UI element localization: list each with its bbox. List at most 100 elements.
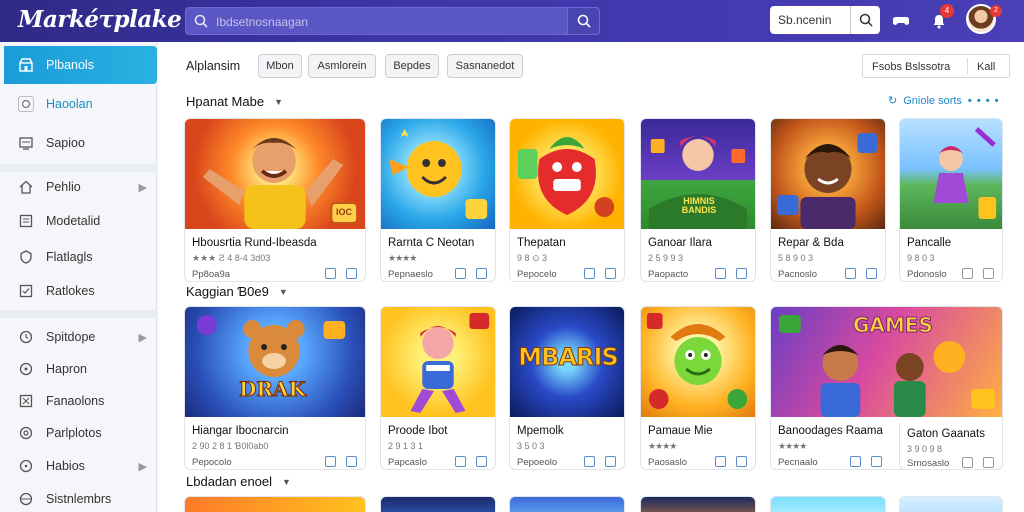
game-thumbnail: MBARIS — [510, 307, 624, 417]
game-publisher: Pepocolo — [192, 457, 232, 468]
share-icon[interactable] — [605, 268, 616, 279]
bookmark-icon[interactable] — [455, 456, 466, 467]
game-rating: ★★★★ — [648, 441, 677, 451]
share-icon[interactable] — [736, 456, 747, 467]
share-icon[interactable] — [871, 456, 882, 467]
bookmark-icon[interactable] — [715, 268, 726, 279]
game-publisher: Pepnaeslo — [388, 269, 433, 280]
game-thumbnail: GAMES — [771, 307, 1002, 417]
section-header[interactable]: Kaggian Ɓ0e9 ▼ — [186, 284, 288, 299]
sidebar-item-ratlokes[interactable]: Ratlokes — [4, 272, 157, 310]
home-icon — [18, 179, 34, 195]
chevron-down-icon: ▼ — [282, 476, 291, 487]
sidebar-item-plbanols[interactable]: Plbanols — [4, 46, 157, 84]
chevron-down-icon: ▼ — [278, 286, 288, 297]
sidebar-item-sistnlembrs[interactable]: Sistnlembrs — [4, 480, 157, 512]
share-icon[interactable] — [346, 268, 357, 279]
bookmark-icon[interactable] — [584, 456, 595, 467]
section-header[interactable]: Hpanat Mabe ▼ — [186, 94, 283, 109]
refresh-icon: ↻ — [888, 95, 898, 107]
game-card[interactable]: Pamaue Mie ★★★★ Paosaslo — [640, 306, 756, 470]
bookmark-icon[interactable] — [584, 268, 595, 279]
game-card[interactable]: Repar & Bda 5 8 9 0 3 Pacnoslo — [770, 118, 886, 282]
filter-chip[interactable]: Mbon — [258, 54, 302, 78]
top-bar: Markéτplake Sb.ncenin 4 2 — [0, 0, 1024, 42]
section-header[interactable]: Lbdadan enoel ▼ — [186, 474, 291, 489]
section-title: Lbdadan enoel — [186, 474, 273, 489]
share-icon[interactable] — [866, 268, 877, 279]
filter-chip[interactable]: Asmlorein — [308, 54, 376, 78]
search-button[interactable] — [567, 8, 599, 34]
chevron-right-icon: ▶ — [138, 331, 147, 344]
game-publisher: Papcaslo — [388, 457, 428, 468]
list-icon — [18, 213, 34, 229]
sidebar-item-label: Spitdope — [46, 330, 96, 344]
bookmark-icon[interactable] — [850, 456, 861, 467]
game-meta: 5 8 9 0 3 — [778, 253, 814, 263]
bookmark-icon[interactable] — [715, 456, 726, 467]
share-icon[interactable] — [476, 268, 487, 279]
card-actions — [325, 456, 357, 467]
game-card[interactable]: Proode Ibot 2 9 1 3 1 Papcaslo — [380, 306, 496, 470]
game-card[interactable]: MBARIS Mpemolk 3 5 0 3 Pepoeolo — [509, 306, 625, 470]
game-card[interactable] — [380, 496, 496, 512]
sidebar-divider — [0, 310, 157, 318]
game-card[interactable]: HIMNIS BANDIS Ganoar Ilara 2 5 9 9 3 Pao… — [640, 118, 756, 282]
game-card[interactable]: DRAK Hiangar Ibocnarcin 2 90 2 8 1 Ɓ0l0a… — [184, 306, 366, 470]
game-card[interactable] — [640, 496, 756, 512]
share-icon[interactable] — [346, 456, 357, 467]
secondary-search[interactable]: Sb.ncenin — [770, 6, 880, 34]
filter-chip[interactable]: Sasnanedot — [447, 54, 523, 78]
card-actions — [962, 457, 994, 468]
sort-dropdown[interactable]: Fsobs Bslssotra Kall — [862, 54, 1010, 78]
sidebar-item-haoolan[interactable]: Haoolan — [4, 85, 157, 123]
bookmark-icon[interactable] — [962, 268, 973, 279]
clock-icon — [18, 329, 34, 345]
game-title: Hbousrtia Rund-Ibeasda — [192, 237, 317, 249]
game-title: Hiangar Ibocnarcin — [192, 425, 289, 437]
bookmark-icon[interactable] — [325, 268, 336, 279]
guide-label: Gniole sorts — [903, 94, 962, 107]
sidebar-item-modetalid[interactable]: Modetalid — [4, 202, 157, 240]
search-box[interactable] — [185, 7, 600, 35]
card-actions — [455, 268, 487, 279]
controller-icon[interactable] — [890, 10, 912, 32]
sort-value: Kall — [977, 61, 996, 73]
game-title: Thepatan — [517, 237, 566, 249]
share-icon[interactable] — [983, 457, 994, 468]
secondary-search-button[interactable] — [850, 6, 880, 34]
sidebar-item-flatlagls[interactable]: Flatlagls — [4, 238, 157, 276]
bookmark-icon[interactable] — [325, 456, 336, 467]
share-icon[interactable] — [736, 268, 747, 279]
avatar-badge: 2 — [990, 5, 1002, 17]
share-icon[interactable] — [983, 268, 994, 279]
sidebar-item-label: Habios — [46, 459, 85, 473]
share-icon[interactable] — [476, 456, 487, 467]
guide-link[interactable]: ↻ Gniole sorts • • • • — [888, 94, 1000, 108]
game-card[interactable] — [509, 496, 625, 512]
more-icon[interactable]: • • • • — [968, 95, 1000, 107]
filter-chip[interactable]: Bepdes — [385, 54, 439, 78]
game-card[interactable]: Rarnta C Neotan ★★★★ Pepnaeslo — [380, 118, 496, 282]
game-card[interactable]: Thepatan 9 8 ⊙ 3 Pepocelo — [509, 118, 625, 282]
game-thumbnail — [381, 119, 495, 229]
bookmark-icon[interactable] — [962, 457, 973, 468]
game-rating: ★★★★ — [778, 441, 807, 451]
game-card[interactable]: IOC Hbousrtia Rund-Ibeasda ★★★ Ƨ 4 8-4 3… — [184, 118, 366, 282]
bookmark-icon[interactable] — [455, 268, 466, 279]
sidebar-item-sapioo[interactable]: Sapioo — [4, 124, 157, 162]
game-card[interactable] — [899, 496, 1003, 512]
search-input[interactable] — [216, 12, 546, 32]
notification-badge: 4 — [940, 4, 954, 18]
bookmark-icon[interactable] — [845, 268, 856, 279]
game-card[interactable] — [770, 496, 886, 512]
thumbnail-text: GAMES — [853, 313, 934, 338]
app-logo[interactable]: Markéτplake — [18, 6, 182, 33]
game-meta: 2 9 1 3 1 — [388, 441, 424, 451]
game-meta: 2 5 9 9 3 — [648, 253, 684, 263]
game-card[interactable]: Pancalle 9 8 0 3 Pdonoslo — [899, 118, 1003, 282]
game-card-info[interactable]: Gaton Gaanats 3 9 0 9 8 Srnosaslo — [899, 422, 1003, 470]
game-card[interactable] — [184, 496, 366, 512]
share-icon[interactable] — [605, 456, 616, 467]
sidebar-item-pehlio[interactable]: Pehlio ▶ — [4, 168, 157, 206]
